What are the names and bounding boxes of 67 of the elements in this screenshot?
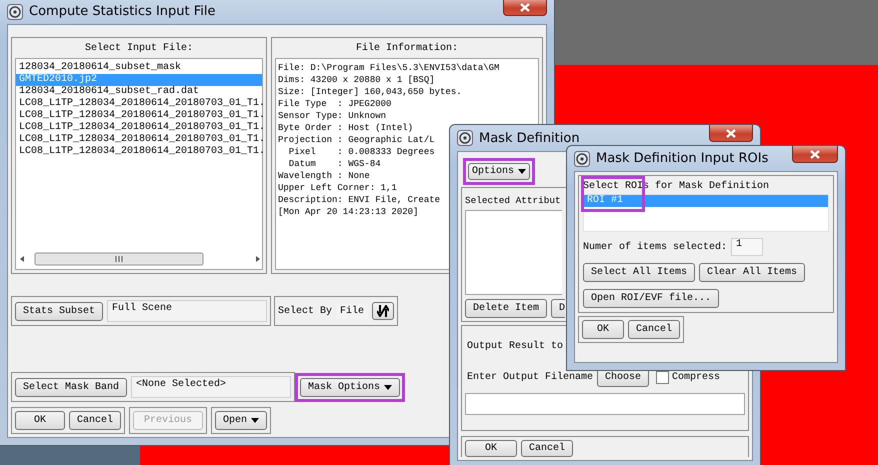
compress-checkbox[interactable] (656, 370, 670, 384)
attributes-list[interactable] (465, 210, 562, 295)
select-button[interactable]: Select All Items (583, 263, 696, 282)
filename-field[interactable] (465, 392, 745, 415)
subset-field: Full Scene (107, 300, 267, 322)
compress-label: Compress (672, 372, 720, 383)
dialog-button[interactable]: Cancel (69, 411, 122, 430)
open-button[interactable]: Open (215, 411, 268, 430)
count-label: Numer of items selected: (583, 242, 728, 252)
stats-subset-button[interactable]: Stats Subset (15, 302, 104, 320)
caret-icon (518, 169, 526, 174)
file-info-line: Description: ENVI File, Create (277, 194, 440, 206)
file-info-line: Wavelength : None (277, 170, 370, 182)
select-mask-band-button[interactable]: Select Mask Band (15, 378, 128, 396)
file-list-item[interactable]: 128034_20180614_subset_mask (16, 62, 262, 74)
file-info-line: [Mon Apr 20 14:23:13 2020] (277, 206, 418, 218)
file-list-item[interactable]: LC08_L1TP_128034_20180614_20180703_01_T1. (16, 134, 262, 146)
count-field: 1 (731, 238, 764, 256)
close-button[interactable] (792, 146, 838, 163)
sort-button[interactable] (372, 302, 394, 320)
window-title: Mask Definition (479, 130, 580, 146)
output-label: Output Result to (467, 340, 564, 352)
file-info-line: Byte Order : Host (Intel) (277, 122, 414, 134)
mask-band-field: <None Selected> (131, 376, 291, 398)
close-button[interactable] (503, 0, 547, 16)
caret-icon (251, 418, 260, 423)
mask-options-button[interactable]: Mask Options (300, 378, 400, 396)
file-info-line: Projection : Geographic Lat/L (277, 134, 435, 146)
close-icon (520, 2, 530, 12)
dialog-button[interactable]: Cancel (628, 320, 680, 339)
panel-label: File Information: (354, 43, 460, 54)
caret-icon (384, 384, 392, 390)
file-info-line: Dims: 43200 x 20880 x 1 [BSQ] (277, 74, 435, 86)
app-icon (574, 150, 590, 166)
close-button[interactable] (709, 125, 753, 142)
item-button[interactable]: Delete Item (465, 298, 548, 318)
file-info-line: Upper Left Corner: 1,1 (277, 182, 397, 194)
file-list-item[interactable]: LC08_L1TP_128034_20180614_20180703_01_T1. (16, 98, 262, 110)
file-list-item[interactable]: LC08_L1TP_128034_20180614_20180703_01_T1. (16, 122, 262, 134)
file-info-line: File Type : JPEG2000 (277, 98, 392, 110)
close-icon (726, 128, 736, 138)
file-list-item[interactable]: LC08_L1TP_128034_20180614_20180703_01_T1. (16, 146, 262, 158)
filename-label: Enter Output Filename (467, 372, 594, 383)
file-info-line: Pixel : 0.008333 Degrees (288, 146, 435, 158)
file-list-item[interactable]: 128034_20180614_subset_rad.dat (16, 86, 262, 98)
file-info-line: Datum : WGS-84 (288, 158, 381, 170)
window-title: Compute Statistics Input File (29, 4, 216, 19)
close-icon (810, 150, 820, 158)
options-button[interactable]: Options (468, 163, 530, 180)
sort-icon (377, 305, 390, 317)
file-info-line: Sensor Type: Unknown (277, 110, 386, 122)
attributes-label: Selected Attribut (465, 195, 561, 206)
dialog-button[interactable]: Cancel (521, 440, 574, 457)
file-info-line: File: D:\Program Files\5.3\ENVI53\data\GM (277, 62, 500, 74)
file-list-item[interactable]: LC08_L1TP_128034_20180614_20180703_01_T1. (16, 110, 262, 122)
app-icon (7, 4, 23, 20)
dialog-button[interactable]: OK (465, 440, 517, 457)
file-info-line: Size: [Integer] 160,043,650 bytes. (277, 86, 462, 98)
dialog-button[interactable]: OK (15, 411, 65, 430)
open-roi-file-button[interactable]: Open ROI/EVF file... (583, 289, 720, 308)
window-title: Mask Definition Input ROIs (596, 151, 768, 166)
item-button[interactable]: D (551, 298, 566, 318)
app-icon (457, 130, 473, 146)
select-by-label: Select By (278, 306, 332, 316)
panel-label: Select Input File: (84, 43, 194, 54)
select-button[interactable]: Clear All Items (699, 263, 806, 282)
dialog-button[interactable]: OK (582, 320, 624, 339)
